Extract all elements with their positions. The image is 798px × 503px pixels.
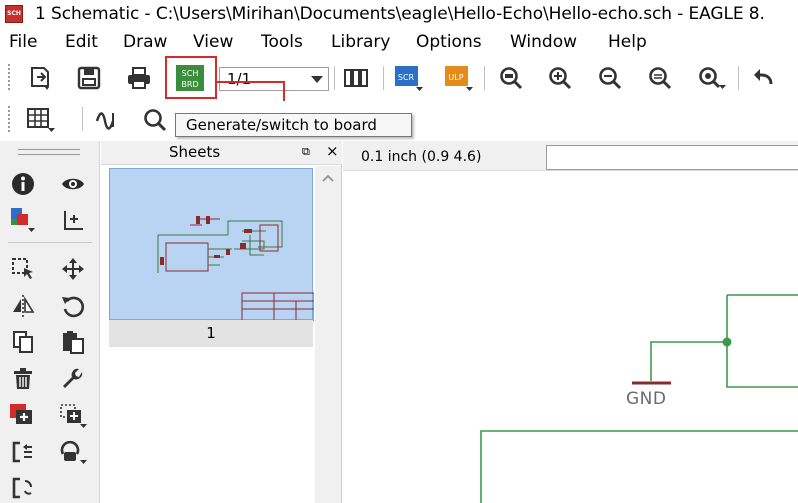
menu-view[interactable]: View	[193, 32, 233, 52]
origin-icon[interactable]	[58, 205, 88, 235]
canvas-header: 0.1 inch (0.9 4.6)	[343, 141, 798, 170]
dock-icon[interactable]: ⧉	[302, 145, 310, 159]
command-line-input[interactable]	[546, 145, 798, 170]
menu-window[interactable]: Window	[510, 32, 577, 52]
mark-icon[interactable]	[140, 105, 170, 135]
chevron-down-icon[interactable]	[311, 76, 323, 83]
app-icon: SCH	[5, 4, 23, 23]
zoom-in-icon[interactable]	[545, 63, 575, 93]
sheets-icon[interactable]	[341, 63, 371, 93]
sheets-panel: Sheets ⧉ × 1	[101, 141, 342, 503]
tooltip: Generate/switch to board	[175, 113, 412, 137]
sheet-select-value: 1/1	[227, 70, 252, 88]
menu-tools[interactable]: Tools	[261, 32, 303, 52]
coordinate-readout: 0.1 inch (0.9 4.6)	[361, 149, 482, 165]
show-icon[interactable]	[58, 169, 88, 199]
schematic-drawing	[480, 294, 798, 503]
sheet-item[interactable]: 1	[109, 320, 313, 347]
net-wire	[726, 295, 798, 388]
menu-file[interactable]: File	[9, 32, 37, 52]
command-panel	[0, 141, 100, 503]
scr-icon[interactable]: SCR	[394, 63, 424, 93]
menu-edit[interactable]: Edit	[65, 32, 98, 52]
zoom-out-icon[interactable]	[595, 63, 625, 93]
title-bar: SCH 1 Schematic - C:\Users\Mirihan\Docum…	[0, 0, 798, 27]
copy-icon[interactable]	[8, 327, 38, 357]
svg-text:SCR: SCR	[398, 73, 415, 82]
optimize-icon[interactable]	[8, 473, 38, 503]
menu-draw[interactable]: Draw	[123, 32, 167, 52]
sheets-panel-title: Sheets	[169, 143, 221, 161]
menu-library[interactable]: Library	[331, 32, 390, 52]
pinswap-icon[interactable]	[8, 437, 38, 467]
main-toolbar: SCH BRD SCR ULP	[0, 58, 798, 98]
replace-icon[interactable]	[58, 400, 88, 430]
close-icon[interactable]: ×	[326, 142, 339, 160]
gateswap-icon[interactable]	[58, 437, 88, 467]
undo-icon[interactable]	[749, 63, 779, 93]
menu-options[interactable]: Options	[416, 32, 482, 52]
sheet-select[interactable]: 1/1	[219, 67, 329, 91]
save-icon[interactable]	[74, 63, 104, 93]
print-icon[interactable]	[124, 63, 154, 93]
highlight-box	[165, 56, 217, 99]
scroll-up-icon[interactable]	[322, 174, 334, 182]
ulp-icon[interactable]: ULP	[444, 63, 474, 93]
sheet-number: 1	[206, 324, 216, 342]
paste-icon[interactable]	[58, 327, 88, 357]
wrench-icon[interactable]	[58, 364, 88, 394]
layer-icon[interactable]	[92, 105, 122, 135]
gnd-net-wire	[650, 341, 727, 381]
mirror-icon[interactable]	[8, 291, 38, 321]
gnd-label: GND	[626, 389, 667, 409]
move-icon[interactable]	[58, 254, 88, 284]
rotate-icon[interactable]	[58, 291, 88, 321]
display-icon[interactable]	[8, 205, 38, 235]
info-icon[interactable]	[8, 169, 38, 199]
sheets-scrollbar[interactable]	[315, 166, 341, 503]
add-icon[interactable]	[8, 400, 38, 430]
net-wire	[480, 430, 798, 503]
zoom-redraw-icon[interactable]	[645, 63, 675, 93]
toolbar-grip[interactable]	[8, 106, 14, 132]
delete-icon[interactable]	[8, 364, 38, 394]
zoom-select-icon[interactable]	[697, 63, 727, 93]
zoom-fit-icon[interactable]	[496, 63, 526, 93]
grid-icon[interactable]	[26, 105, 56, 135]
schematic-canvas[interactable]: GND	[343, 170, 798, 503]
menu-bar: File Edit Draw View Tools Library Option…	[0, 30, 798, 56]
menu-help[interactable]: Help	[608, 32, 647, 52]
new-icon[interactable]	[26, 63, 56, 93]
sheets-panel-header: Sheets ⧉ ×	[101, 141, 342, 165]
toolbar-grip[interactable]	[8, 64, 14, 90]
group-icon[interactable]	[8, 254, 38, 284]
svg-text:ULP: ULP	[448, 73, 463, 82]
panel-grip[interactable]	[18, 149, 80, 155]
junction-dot	[722, 337, 732, 347]
sheet-thumbnail[interactable]	[109, 168, 315, 322]
window-title: 1 Schematic - C:\Users\Mirihan\Documents…	[35, 3, 765, 24]
